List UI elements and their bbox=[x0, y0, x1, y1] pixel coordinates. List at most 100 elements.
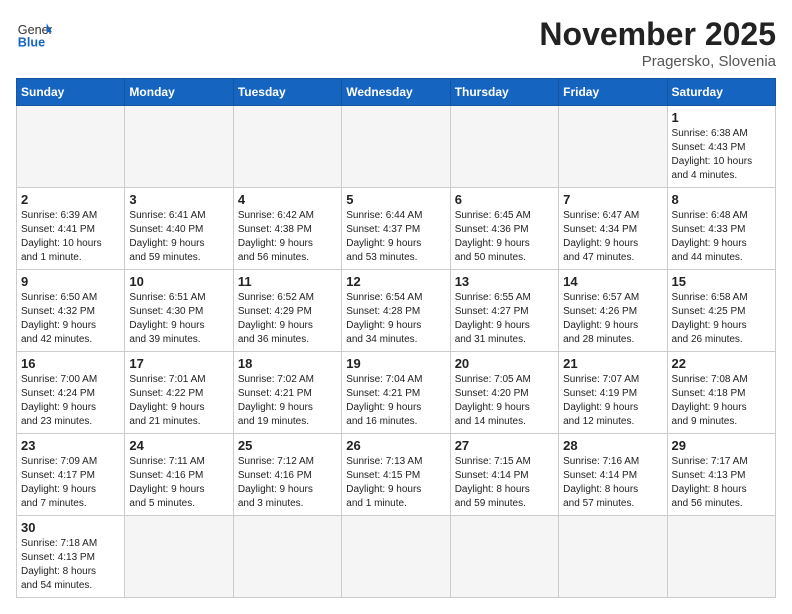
calendar-cell: 23 Sunrise: 7:09 AM Sunset: 4:17 PM Dayli… bbox=[17, 434, 125, 516]
month-title: November 2025 bbox=[539, 16, 776, 53]
day-info: Sunrise: 7:16 AM Sunset: 4:14 PM Dayligh… bbox=[563, 455, 662, 511]
logo: General Blue bbox=[16, 16, 52, 52]
weekday-header-monday: Monday bbox=[125, 79, 233, 106]
calendar-cell: 5 Sunrise: 6:44 AM Sunset: 4:37 PM Daylig… bbox=[342, 188, 450, 270]
day-number: 13 bbox=[455, 274, 554, 289]
calendar-cell bbox=[17, 106, 125, 188]
day-info: Sunrise: 6:39 AM Sunset: 4:41 PM Dayligh… bbox=[21, 209, 120, 265]
calendar-cell bbox=[450, 516, 558, 598]
day-number: 6 bbox=[455, 192, 554, 207]
day-info: Sunrise: 6:45 AM Sunset: 4:36 PM Dayligh… bbox=[455, 209, 554, 265]
calendar-cell: 25 Sunrise: 7:12 AM Sunset: 4:16 PM Dayli… bbox=[233, 434, 341, 516]
day-number: 27 bbox=[455, 438, 554, 453]
day-info: Sunrise: 6:51 AM Sunset: 4:30 PM Dayligh… bbox=[129, 291, 228, 347]
calendar-cell: 15Sunrise: 6:58 AM Sunset: 4:25 PM Dayli… bbox=[667, 270, 775, 352]
weekday-header-friday: Friday bbox=[559, 79, 667, 106]
calendar-cell: 8Sunrise: 6:48 AM Sunset: 4:33 PM Daylig… bbox=[667, 188, 775, 270]
calendar-cell bbox=[667, 516, 775, 598]
calendar-week-row: 16 Sunrise: 7:00 AM Sunset: 4:24 PM Dayli… bbox=[17, 352, 776, 434]
day-info: Sunrise: 6:58 AM Sunset: 4:25 PM Dayligh… bbox=[672, 291, 771, 347]
day-number: 3 bbox=[129, 192, 228, 207]
day-info: Sunrise: 7:13 AM Sunset: 4:15 PM Dayligh… bbox=[346, 455, 445, 511]
day-number: 16 bbox=[21, 356, 120, 371]
calendar-cell: 1 Sunrise: 6:38 AM Sunset: 4:43 PM Daylig… bbox=[667, 106, 775, 188]
calendar-cell: 27 Sunrise: 7:15 AM Sunset: 4:14 PM Dayli… bbox=[450, 434, 558, 516]
day-info: Sunrise: 6:50 AM Sunset: 4:32 PM Dayligh… bbox=[21, 291, 120, 347]
calendar-cell: 22 Sunrise: 7:08 AM Sunset: 4:18 PM Dayli… bbox=[667, 352, 775, 434]
logo-icon: General Blue bbox=[16, 16, 52, 52]
day-info: Sunrise: 6:55 AM Sunset: 4:27 PM Dayligh… bbox=[455, 291, 554, 347]
calendar-cell bbox=[233, 106, 341, 188]
calendar-cell: 28 Sunrise: 7:16 AM Sunset: 4:14 PM Dayli… bbox=[559, 434, 667, 516]
day-number: 28 bbox=[563, 438, 662, 453]
calendar-cell bbox=[233, 516, 341, 598]
calendar-cell: 24Sunrise: 7:11 AM Sunset: 4:16 PM Dayli… bbox=[125, 434, 233, 516]
calendar-cell: 20Sunrise: 7:05 AM Sunset: 4:20 PM Dayli… bbox=[450, 352, 558, 434]
day-info: Sunrise: 6:48 AM Sunset: 4:33 PM Dayligh… bbox=[672, 209, 771, 265]
calendar-cell: 11Sunrise: 6:52 AM Sunset: 4:29 PM Dayli… bbox=[233, 270, 341, 352]
day-info: Sunrise: 7:04 AM Sunset: 4:21 PM Dayligh… bbox=[346, 373, 445, 429]
day-info: Sunrise: 7:02 AM Sunset: 4:21 PM Dayligh… bbox=[238, 373, 337, 429]
calendar-cell: 3Sunrise: 6:41 AM Sunset: 4:40 PM Daylig… bbox=[125, 188, 233, 270]
location: Pragersko, Slovenia bbox=[539, 53, 776, 70]
calendar-cell: 4 Sunrise: 6:42 AM Sunset: 4:38 PM Daylig… bbox=[233, 188, 341, 270]
day-info: Sunrise: 7:18 AM Sunset: 4:13 PM Dayligh… bbox=[21, 537, 120, 593]
weekday-header-thursday: Thursday bbox=[450, 79, 558, 106]
calendar-week-row: 9 Sunrise: 6:50 AM Sunset: 4:32 PM Daylig… bbox=[17, 270, 776, 352]
day-info: Sunrise: 6:38 AM Sunset: 4:43 PM Dayligh… bbox=[672, 127, 771, 183]
day-number: 14 bbox=[563, 274, 662, 289]
day-info: Sunrise: 7:15 AM Sunset: 4:14 PM Dayligh… bbox=[455, 455, 554, 511]
calendar-cell: 17Sunrise: 7:01 AM Sunset: 4:22 PM Dayli… bbox=[125, 352, 233, 434]
day-info: Sunrise: 7:01 AM Sunset: 4:22 PM Dayligh… bbox=[129, 373, 228, 429]
calendar-cell bbox=[559, 106, 667, 188]
calendar-cell: 29Sunrise: 7:17 AM Sunset: 4:13 PM Dayli… bbox=[667, 434, 775, 516]
day-number: 10 bbox=[129, 274, 228, 289]
day-info: Sunrise: 6:54 AM Sunset: 4:28 PM Dayligh… bbox=[346, 291, 445, 347]
day-number: 9 bbox=[21, 274, 120, 289]
day-number: 21 bbox=[563, 356, 662, 371]
calendar-week-row: 1 Sunrise: 6:38 AM Sunset: 4:43 PM Daylig… bbox=[17, 106, 776, 188]
day-number: 19 bbox=[346, 356, 445, 371]
day-number: 23 bbox=[21, 438, 120, 453]
day-number: 25 bbox=[238, 438, 337, 453]
day-number: 22 bbox=[672, 356, 771, 371]
calendar-cell: 9 Sunrise: 6:50 AM Sunset: 4:32 PM Daylig… bbox=[17, 270, 125, 352]
calendar-cell: 2 Sunrise: 6:39 AM Sunset: 4:41 PM Daylig… bbox=[17, 188, 125, 270]
calendar-cell: 19 Sunrise: 7:04 AM Sunset: 4:21 PM Dayli… bbox=[342, 352, 450, 434]
calendar-cell: 6 Sunrise: 6:45 AM Sunset: 4:36 PM Daylig… bbox=[450, 188, 558, 270]
weekday-header-saturday: Saturday bbox=[667, 79, 775, 106]
day-info: Sunrise: 7:09 AM Sunset: 4:17 PM Dayligh… bbox=[21, 455, 120, 511]
calendar-cell: 14 Sunrise: 6:57 AM Sunset: 4:26 PM Dayli… bbox=[559, 270, 667, 352]
calendar-cell bbox=[342, 106, 450, 188]
calendar-week-row: 30 Sunrise: 7:18 AM Sunset: 4:13 PM Dayli… bbox=[17, 516, 776, 598]
day-info: Sunrise: 7:00 AM Sunset: 4:24 PM Dayligh… bbox=[21, 373, 120, 429]
title-block: November 2025 Pragersko, Slovenia bbox=[539, 16, 776, 70]
calendar-cell: 7Sunrise: 6:47 AM Sunset: 4:34 PM Daylig… bbox=[559, 188, 667, 270]
day-number: 7 bbox=[563, 192, 662, 207]
day-number: 26 bbox=[346, 438, 445, 453]
weekday-header-row: SundayMondayTuesdayWednesdayThursdayFrid… bbox=[17, 79, 776, 106]
day-number: 30 bbox=[21, 520, 120, 535]
day-number: 2 bbox=[21, 192, 120, 207]
day-info: Sunrise: 7:07 AM Sunset: 4:19 PM Dayligh… bbox=[563, 373, 662, 429]
day-info: Sunrise: 6:57 AM Sunset: 4:26 PM Dayligh… bbox=[563, 291, 662, 347]
day-info: Sunrise: 7:12 AM Sunset: 4:16 PM Dayligh… bbox=[238, 455, 337, 511]
day-info: Sunrise: 6:42 AM Sunset: 4:38 PM Dayligh… bbox=[238, 209, 337, 265]
calendar-cell: 26 Sunrise: 7:13 AM Sunset: 4:15 PM Dayli… bbox=[342, 434, 450, 516]
day-number: 5 bbox=[346, 192, 445, 207]
day-info: Sunrise: 7:08 AM Sunset: 4:18 PM Dayligh… bbox=[672, 373, 771, 429]
day-info: Sunrise: 7:17 AM Sunset: 4:13 PM Dayligh… bbox=[672, 455, 771, 511]
calendar-cell: 16 Sunrise: 7:00 AM Sunset: 4:24 PM Dayli… bbox=[17, 352, 125, 434]
day-info: Sunrise: 6:44 AM Sunset: 4:37 PM Dayligh… bbox=[346, 209, 445, 265]
calendar-cell: 12Sunrise: 6:54 AM Sunset: 4:28 PM Dayli… bbox=[342, 270, 450, 352]
calendar-cell bbox=[342, 516, 450, 598]
day-number: 24 bbox=[129, 438, 228, 453]
day-info: Sunrise: 7:05 AM Sunset: 4:20 PM Dayligh… bbox=[455, 373, 554, 429]
svg-text:Blue: Blue bbox=[18, 36, 45, 50]
calendar-week-row: 2 Sunrise: 6:39 AM Sunset: 4:41 PM Daylig… bbox=[17, 188, 776, 270]
day-number: 1 bbox=[672, 110, 771, 125]
day-number: 4 bbox=[238, 192, 337, 207]
day-number: 11 bbox=[238, 274, 337, 289]
weekday-header-wednesday: Wednesday bbox=[342, 79, 450, 106]
calendar-cell bbox=[559, 516, 667, 598]
